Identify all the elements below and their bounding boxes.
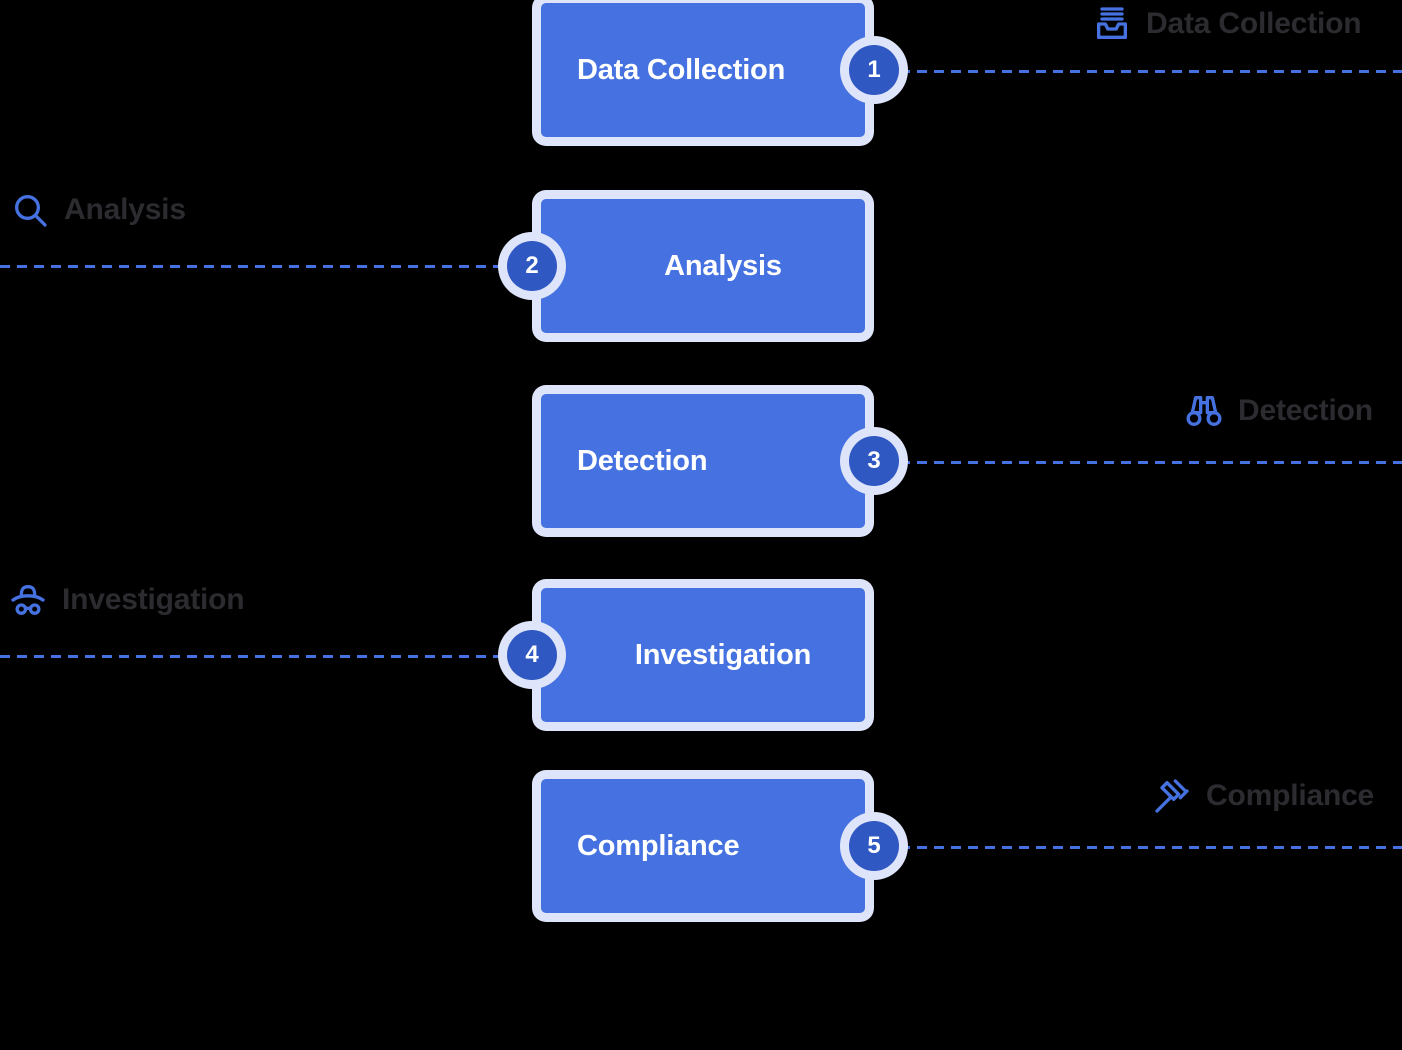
legend-label: Analysis <box>64 193 186 226</box>
connector-line-step-4 <box>0 655 512 658</box>
legend-label: Data Collection <box>1146 7 1362 40</box>
connector-line-step-2 <box>0 265 512 268</box>
step-node-1[interactable]: Data Collection 1 <box>532 0 908 146</box>
connector-line-step-3 <box>900 461 1402 464</box>
step-node-5[interactable]: Compliance 5 <box>532 770 908 922</box>
binoculars-icon <box>1184 391 1224 431</box>
legend-item-investigation[interactable]: Investigation <box>8 580 245 620</box>
legend-item-detection[interactable]: Detection <box>1184 391 1373 431</box>
legend-item-data-collection[interactable]: Data Collection <box>1092 4 1362 44</box>
step-node-2[interactable]: Analysis 2 <box>498 190 874 342</box>
legend-label: Compliance <box>1206 779 1375 812</box>
step-badge-3[interactable]: 3 <box>849 436 899 486</box>
legend-label: Detection <box>1238 394 1373 427</box>
step-badge-5[interactable]: 5 <box>849 821 899 871</box>
step-node-label: Data Collection <box>577 53 786 86</box>
step-node-label: Analysis <box>664 249 782 282</box>
legend-item-analysis[interactable]: Analysis <box>10 190 186 230</box>
legend-label: Investigation <box>62 583 245 616</box>
step-badge-4[interactable]: 4 <box>507 630 557 680</box>
step-node-4[interactable]: Investigation 4 <box>498 579 874 731</box>
step-node-3[interactable]: Detection 3 <box>532 385 908 537</box>
step-node-label: Compliance <box>577 829 740 862</box>
connector-line-step-5 <box>900 846 1402 849</box>
magnifier-search-icon <box>10 190 50 230</box>
detective-hat-glasses-icon <box>8 580 48 620</box>
step-badge-2[interactable]: 2 <box>507 241 557 291</box>
gavel-icon <box>1152 776 1192 816</box>
inbox-archive-icon <box>1092 4 1132 44</box>
connector-line-step-1 <box>900 70 1402 73</box>
step-node-label: Detection <box>577 444 708 477</box>
flow-diagram-canvas: Data Collection 1 Data Collection Analys… <box>0 0 1402 1050</box>
step-badge-1[interactable]: 1 <box>849 45 899 95</box>
legend-item-compliance[interactable]: Compliance <box>1152 776 1374 816</box>
step-node-label: Investigation <box>634 638 812 671</box>
